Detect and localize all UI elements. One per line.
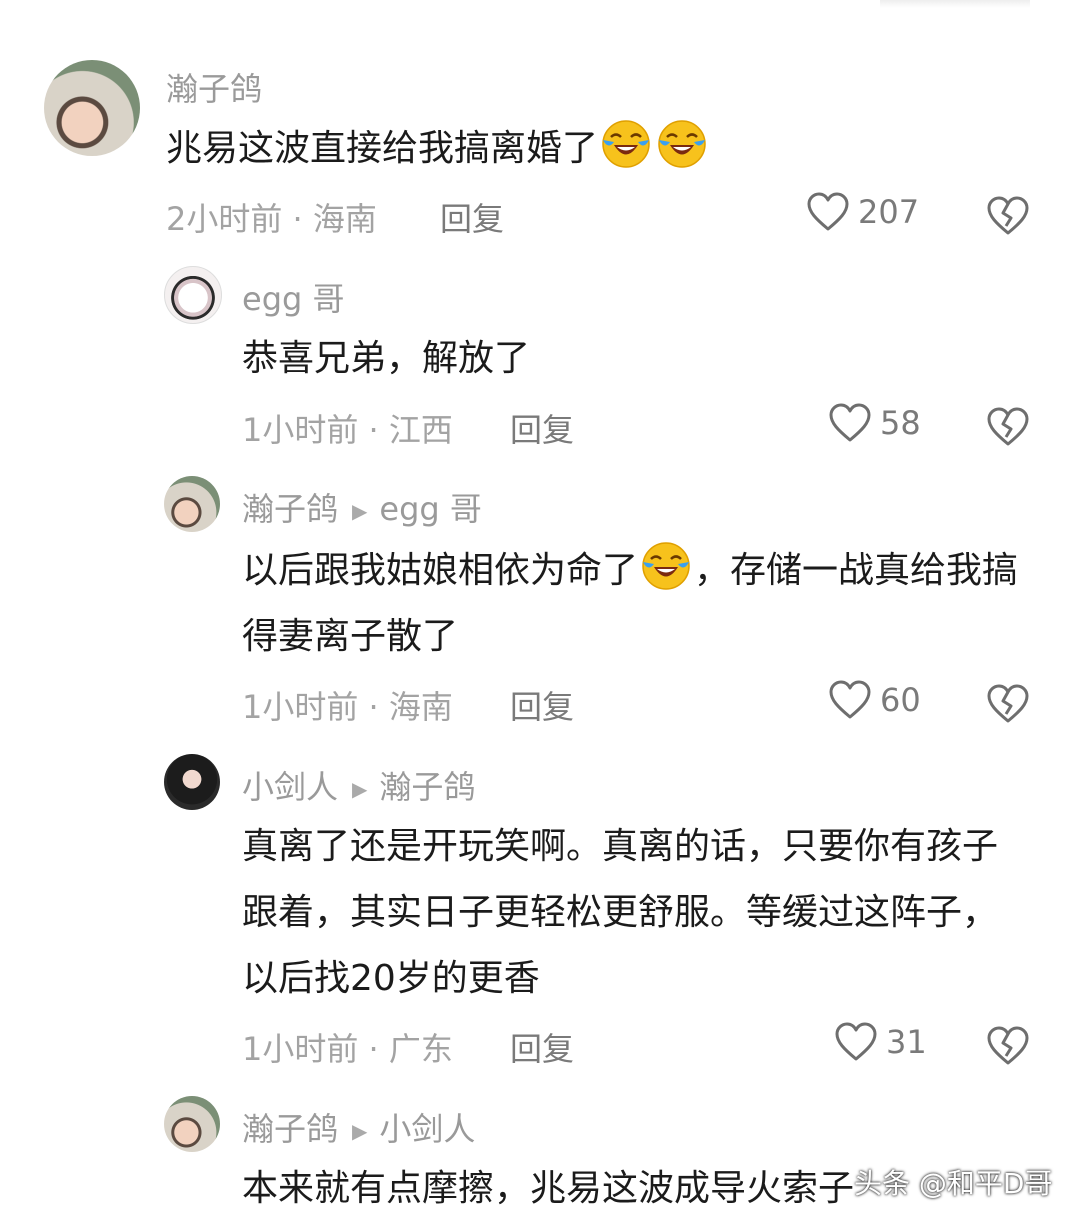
comment-text-content: 本来就有点摩擦，兆易这波成导火索子 <box>242 1168 855 1209</box>
crying-laughing-emoji-icon <box>640 540 692 592</box>
avatar[interactable] <box>164 266 222 324</box>
comment-text: 兆易这波直接给我搞离婚了 <box>166 116 1046 182</box>
crying-laughing-emoji-icon <box>656 118 708 170</box>
like-count: 207 <box>858 193 920 231</box>
triangle-right-icon: ▶ <box>352 1119 368 1143</box>
heart-outline-icon <box>834 1022 878 1062</box>
broken-heart-icon[interactable] <box>986 407 1030 447</box>
avatar[interactable] <box>164 1096 220 1152</box>
comment-text-content: 恭喜兄弟，解放了 <box>242 338 531 379</box>
comment-text: 以后跟我姑娘相依为命了 ，存储一战真给我搞得妻离子散了 <box>242 538 1032 670</box>
reply-button[interactable]: 回复 <box>510 1024 574 1070</box>
avatar[interactable] <box>164 476 220 532</box>
comment-meta: 1小时前 · 江西 <box>242 411 453 449</box>
like-count: 60 <box>880 681 921 719</box>
username-text: 瀚子鸽 <box>242 1110 339 1148</box>
avatar[interactable] <box>164 754 220 810</box>
comment-text-content: 真离了还是开玩笑啊。真离的话，只要你有孩子跟着，其实日子更轻松更舒服。等缓过这阵… <box>242 826 999 999</box>
username-text: 瀚子鸽 <box>242 490 339 528</box>
like-count: 31 <box>886 1023 927 1061</box>
comment-text: 恭喜兄弟，解放了 <box>242 326 1042 392</box>
broken-heart-icon[interactable] <box>986 684 1030 724</box>
username[interactable]: 瀚子鸽 ▶ egg 哥 <box>242 484 482 530</box>
comment-meta: 1小时前 · 广东 <box>242 1030 453 1068</box>
username-text: 小剑人 <box>242 768 339 806</box>
comment-text-content: 以后跟我姑娘相依为命了 <box>242 550 639 591</box>
username-text: 瀚子鸽 <box>166 70 263 108</box>
broken-heart-icon[interactable] <box>986 196 1030 236</box>
reply-to-username: 瀚子鸽 <box>379 768 476 806</box>
like-button[interactable]: 58 <box>828 403 921 443</box>
comment-meta: 2小时前 · 海南 <box>166 200 377 238</box>
top-edge <box>880 0 1030 8</box>
reply-button[interactable]: 回复 <box>440 194 504 240</box>
broken-heart-icon[interactable] <box>986 1026 1030 1066</box>
like-button[interactable]: 31 <box>834 1022 927 1062</box>
comment-text-content: 兆易这波直接给我搞离婚了 <box>166 128 599 169</box>
username[interactable]: 瀚子鸽 <box>166 64 262 110</box>
watermark: 头条 @和平D哥 <box>854 1167 1053 1200</box>
username[interactable]: egg 哥 <box>242 274 345 320</box>
triangle-right-icon: ▶ <box>352 499 368 523</box>
like-button[interactable]: 207 <box>806 192 919 232</box>
like-button[interactable]: 60 <box>828 680 921 720</box>
avatar[interactable] <box>44 60 140 156</box>
reply-button[interactable]: 回复 <box>510 682 574 728</box>
reply-to-username: 小剑人 <box>379 1110 476 1148</box>
heart-outline-icon <box>828 403 872 443</box>
comment-meta: 1小时前 · 海南 <box>242 688 453 726</box>
reply-button[interactable]: 回复 <box>510 405 574 451</box>
username[interactable]: 瀚子鸽 ▶ 小剑人 <box>242 1104 475 1150</box>
username-text: egg 哥 <box>242 280 345 318</box>
username[interactable]: 小剑人 ▶ 瀚子鸽 <box>242 762 475 808</box>
reply-to-username: egg 哥 <box>379 490 482 528</box>
like-count: 58 <box>880 404 921 442</box>
heart-outline-icon <box>806 192 850 232</box>
crying-laughing-emoji-icon <box>600 118 652 170</box>
triangle-right-icon: ▶ <box>352 777 368 801</box>
heart-outline-icon <box>828 680 872 720</box>
comment-text: 真离了还是开玩笑啊。真离的话，只要你有孩子跟着，其实日子更轻松更舒服。等缓过这阵… <box>242 814 1022 1012</box>
